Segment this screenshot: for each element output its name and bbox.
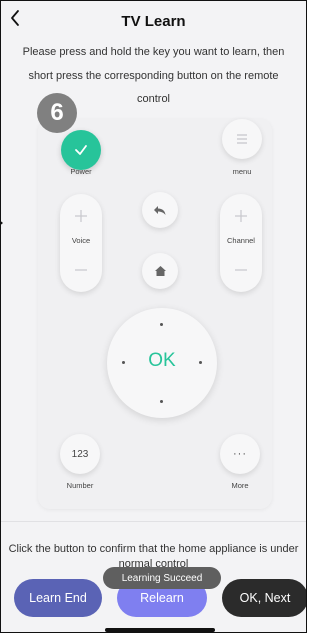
- voice-rocker[interactable]: Voice: [60, 194, 102, 292]
- minus-icon: [235, 269, 247, 271]
- learning-succeed-toast: Learning Succeed: [103, 567, 221, 589]
- learn-end-button[interactable]: Learn End: [14, 579, 102, 617]
- home-indicator: [105, 628, 215, 632]
- ok-next-button[interactable]: OK, Next: [222, 579, 306, 617]
- menu-label: menu: [232, 167, 252, 176]
- app-frame: TV Learn Please press and hold the key y…: [0, 0, 307, 633]
- more-label: More: [231, 481, 249, 490]
- home-button[interactable]: [142, 253, 178, 289]
- dpad-up-dot[interactable]: [160, 323, 163, 326]
- channel-rocker[interactable]: Channel: [220, 194, 262, 292]
- menu-button[interactable]: [222, 119, 262, 159]
- more-icon: ···: [233, 448, 247, 460]
- dpad-down-dot[interactable]: [160, 400, 163, 403]
- power-label: Power: [70, 167, 92, 176]
- step-badge: 6: [37, 93, 77, 133]
- remote-panel: Power menu Voice Channel OK 123 Number ·…: [38, 119, 272, 509]
- checkmark-icon: [75, 145, 87, 155]
- number-label: Number: [66, 481, 94, 490]
- power-button[interactable]: [61, 130, 101, 170]
- more-button[interactable]: ···: [220, 434, 260, 474]
- channel-label: Channel: [227, 236, 255, 245]
- dpad[interactable]: OK: [107, 308, 217, 418]
- top-bar: TV Learn: [1, 1, 306, 39]
- ok-button[interactable]: OK: [107, 350, 217, 372]
- menu-icon: [237, 134, 247, 144]
- number-button[interactable]: 123: [60, 434, 100, 474]
- voice-label: Voice: [71, 236, 91, 245]
- minus-icon: [75, 269, 87, 271]
- return-button[interactable]: [142, 192, 178, 228]
- callout-arrow: [1, 218, 3, 228]
- plus-icon: [235, 210, 247, 222]
- home-icon: [154, 266, 166, 276]
- return-icon: [154, 206, 166, 215]
- number-button-text: 123: [71, 448, 89, 460]
- page-title: TV Learn: [121, 13, 186, 30]
- plus-icon: [75, 210, 87, 222]
